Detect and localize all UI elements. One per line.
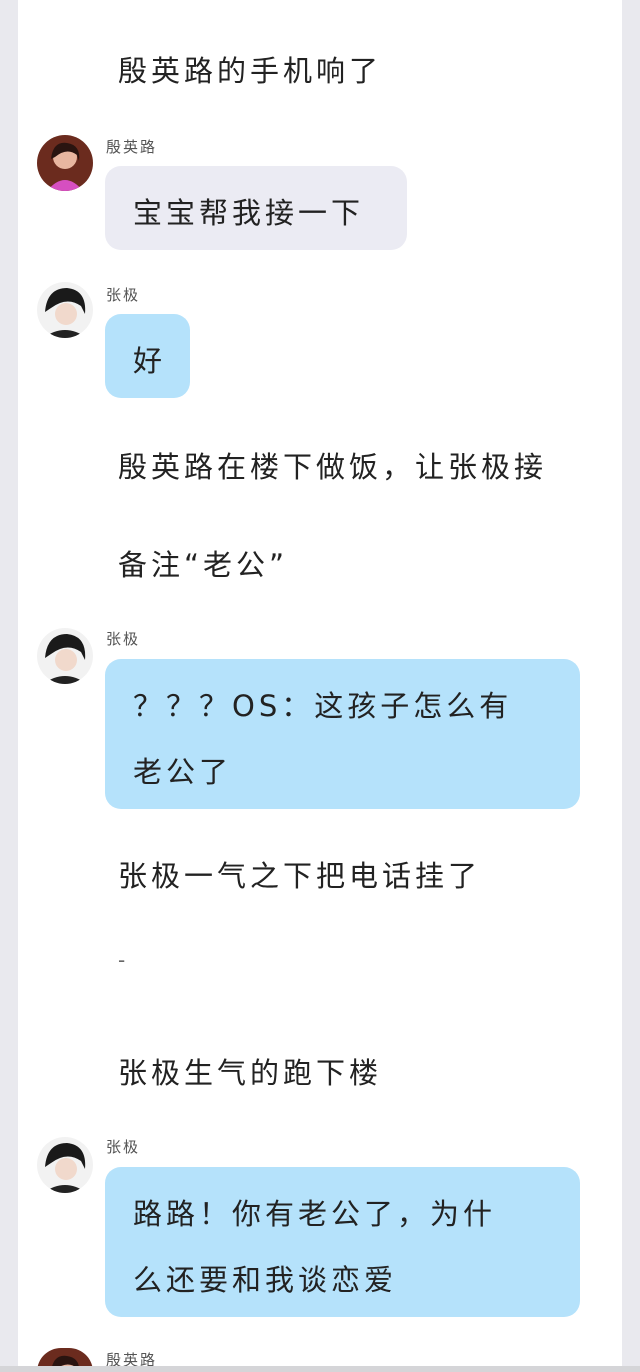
sender-name: 张极 [106,630,141,648]
avatar-zhangji[interactable] [37,1137,93,1193]
bubble-text: ？？？OS：这孩子怎么有 [133,689,513,723]
sender-name: 殷英路 [106,138,158,156]
bottom-strip [0,1366,640,1372]
avatar-image [37,135,93,191]
sender-name: 张极 [106,286,141,304]
avatar-image [37,1137,93,1193]
narration-text: 张极生气的跑下楼 [118,1056,383,1090]
chat-bubble[interactable]: 宝宝帮我接一下 [105,166,407,250]
narration-text: 殷英路在楼下做饭，让张极接 [118,450,548,484]
bubble-text: 老公了 [133,755,233,789]
bubble-text: 宝宝帮我接一下 [133,196,365,230]
bubble-text: 好 [133,344,167,378]
narration-text: - [118,948,130,972]
narration-text: 备注“老公” [118,548,289,582]
avatar-zhangji[interactable] [37,628,93,684]
chat-bubble[interactable]: 路路！你有老公了，为什 么还要和我谈恋爱 [105,1167,580,1317]
avatar-image [37,282,93,338]
narration-text: 张极一气之下把电话挂了 [118,859,482,893]
narration-text: 殷英路的手机响了 [118,54,383,88]
sender-name: 张极 [106,1138,141,1156]
avatar-zhangji[interactable] [37,282,93,338]
chat-bubble[interactable]: ？？？OS：这孩子怎么有 老公了 [105,659,580,809]
avatar-yinyinglu[interactable] [37,135,93,191]
chat-bubble[interactable]: 好 [105,314,190,398]
avatar-image [37,628,93,684]
bubble-text: 路路！你有老公了，为什 [133,1197,497,1231]
bubble-text: 么还要和我谈恋爱 [133,1263,398,1297]
